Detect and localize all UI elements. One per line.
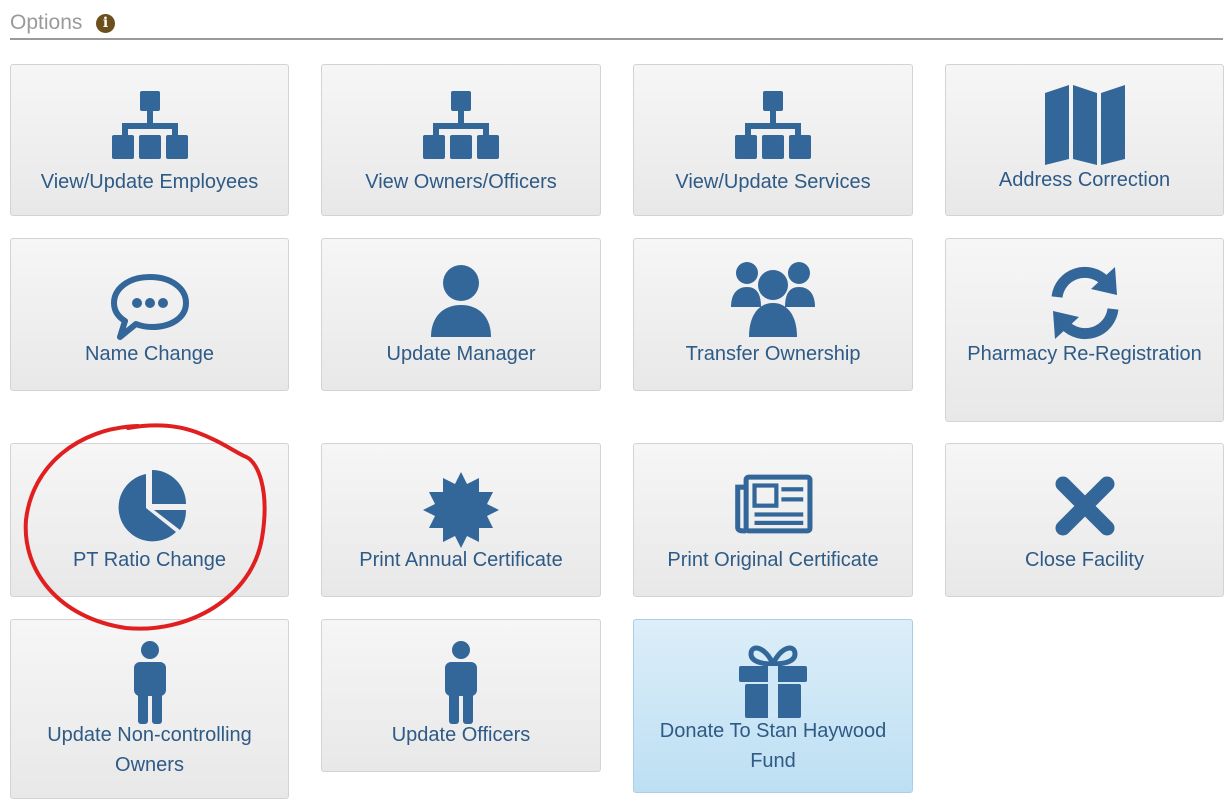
gift-icon (731, 638, 815, 722)
tile-label: Name Change (85, 343, 214, 365)
close-icon (1053, 474, 1117, 538)
map-icon (1043, 81, 1127, 165)
tile-label: Address Correction (998, 169, 1171, 191)
users-icon (731, 257, 815, 341)
name-change-button[interactable]: Name Change (10, 238, 289, 391)
pt-ratio-change-button[interactable]: PT Ratio Change (10, 443, 289, 597)
pie-chart-icon (108, 466, 192, 550)
transfer-ownership-button[interactable]: Transfer Ownership (633, 238, 913, 391)
view-update-services-button[interactable]: View/Update Services (633, 64, 913, 216)
sitemap-icon (419, 83, 503, 167)
certificate-icon (419, 468, 503, 552)
close-facility-button[interactable]: Close Facility (945, 443, 1224, 597)
tile-label: Update Non-controlling Owners (47, 724, 252, 776)
sitemap-icon (731, 83, 815, 167)
tile-label: PT Ratio Change (72, 549, 227, 571)
speech-bubble-icon (108, 263, 192, 347)
update-manager-button[interactable]: Update Manager (321, 238, 601, 391)
tile-label: Print Original Certificate (667, 549, 879, 571)
tile-label: View/Update Services (675, 171, 871, 193)
tile-label: Transfer Ownership (685, 343, 861, 365)
tile-label: Pharmacy Re-Registration (967, 343, 1202, 365)
tile-label: Print Annual Certificate (359, 549, 563, 571)
print-original-certificate-button[interactable]: Print Original Certificate (633, 443, 913, 597)
tile-label: View Owners/Officers (365, 171, 557, 193)
update-non-controlling-owners-button[interactable]: Update Non-controlling Owners (10, 619, 289, 799)
update-officers-button[interactable]: Update Officers (321, 619, 601, 772)
pharmacy-re-registration-button[interactable]: Pharmacy Re-Registration (945, 238, 1224, 422)
options-header: Options i (10, 8, 1223, 40)
address-correction-button[interactable]: Address Correction (945, 64, 1224, 216)
tile-label: Donate To Stan Haywood Fund (659, 720, 887, 772)
print-annual-certificate-button[interactable]: Print Annual Certificate (321, 443, 601, 597)
sitemap-icon (108, 83, 192, 167)
view-update-employees-button[interactable]: View/Update Employees (10, 64, 289, 216)
info-circle-icon[interactable]: i (96, 14, 115, 33)
view-owners-officers-button[interactable]: View Owners/Officers (321, 64, 601, 216)
male-icon (108, 640, 192, 724)
tile-label: Close Facility (1025, 549, 1144, 571)
options-title: Options (10, 11, 83, 34)
tile-label: Update Manager (386, 343, 536, 365)
donate-stan-haywood-fund-button[interactable]: Donate To Stan Haywood Fund (633, 619, 913, 793)
newspaper-icon (731, 462, 815, 546)
male-icon (419, 640, 503, 724)
refresh-icon (1043, 261, 1127, 345)
user-icon (419, 259, 503, 343)
tile-label: Update Officers (391, 724, 531, 746)
tile-label: View/Update Employees (40, 171, 259, 193)
